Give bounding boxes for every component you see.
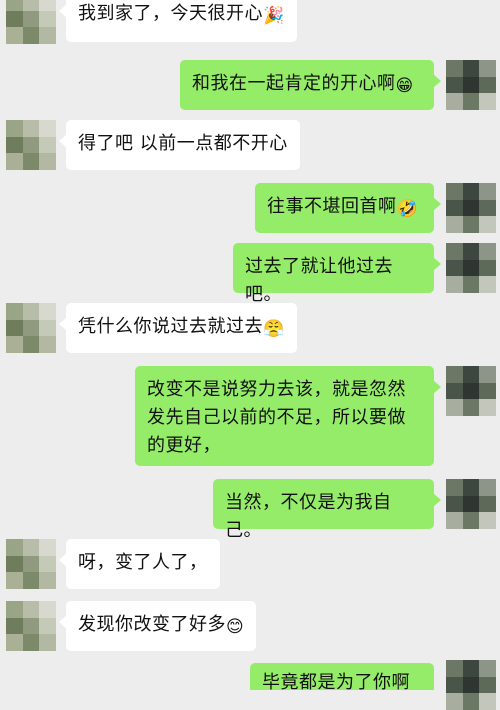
party-popper-icon: 🎉	[263, 6, 285, 26]
message-bubble[interactable]: 毕竟都是为了你啊	[250, 663, 434, 690]
rofl-icon: 🤣	[396, 199, 419, 219]
message-bubble[interactable]: 当然，不仅是为我自己。	[213, 479, 441, 541]
message-text: 得了吧 以前一点都不开心	[78, 133, 288, 154]
message-bubble[interactable]: 呀，变了人了，	[59, 539, 220, 589]
message-bubble[interactable]: 得了吧 以前一点都不开心	[59, 120, 300, 170]
avatar[interactable]	[446, 243, 496, 293]
chat-window[interactable]: 我到家了，今天很开心🎉 和我在一起肯定的开心啊😁 得了吧 以前一点都不开心 往事…	[0, 0, 500, 710]
message-text: 我到家了，今天很开心	[78, 3, 263, 24]
message-bubble[interactable]: 凭什么你说过去就过去😤	[59, 303, 297, 353]
message-text: 毕竟都是为了你啊	[262, 672, 410, 690]
avatar[interactable]	[6, 539, 56, 589]
avatar[interactable]	[446, 183, 496, 233]
message-bubble[interactable]: 发现你改变了好多😊	[58, 601, 257, 651]
message-text: 当然，不仅是为我自己。	[225, 492, 392, 541]
message-bubble[interactable]: 过去了就让他过去吧。	[233, 243, 441, 305]
avatar[interactable]	[6, 0, 56, 44]
message-text: 改变不是说努力去该，就是忽然发先自己以前的不足，所以要做的更好，	[147, 379, 406, 456]
avatar[interactable]	[446, 479, 496, 529]
avatar[interactable]	[6, 120, 56, 170]
message-bubble[interactable]: 我到家了，今天很开心🎉	[59, 0, 297, 42]
avatar[interactable]	[6, 303, 56, 353]
message-text: 往事不堪回首啊	[267, 196, 397, 217]
avatar[interactable]	[446, 60, 496, 110]
huff-icon: 😤	[263, 319, 285, 339]
message-bubble[interactable]: 和我在一起肯定的开心啊😁	[180, 60, 441, 110]
avatar[interactable]	[6, 601, 56, 651]
message-bubble[interactable]: 改变不是说努力去该，就是忽然发先自己以前的不足，所以要做的更好，	[135, 366, 441, 466]
message-text: 和我在一起肯定的开心啊	[192, 73, 396, 94]
message-text: 发现你改变了好多	[78, 614, 226, 635]
message-bubble[interactable]: 往事不堪回首啊🤣	[255, 183, 441, 233]
avatar[interactable]	[446, 660, 496, 710]
message-text: 过去了就让他过去吧。	[245, 256, 393, 305]
message-text: 呀，变了人了，	[78, 552, 208, 573]
avatar[interactable]	[446, 366, 496, 416]
message-text: 凭什么你说过去就过去	[78, 316, 263, 337]
smile-icon: 😊	[226, 617, 245, 637]
grin-icon: 😁	[395, 76, 414, 96]
